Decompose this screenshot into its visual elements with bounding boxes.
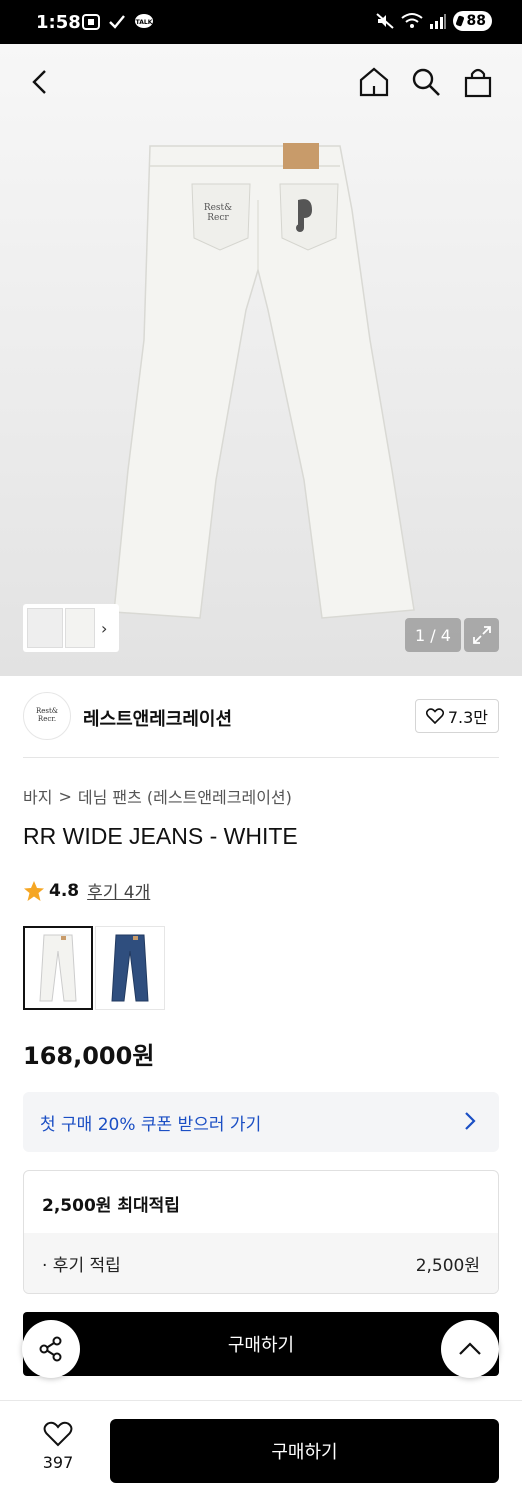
svg-text:Recr.: Recr. [38,715,56,723]
rating-score: 4.8 [49,880,80,901]
product-title: RR WIDE JEANS - WHITE [23,823,298,849]
check-icon [109,15,125,29]
scroll-top-button[interactable] [441,1320,499,1378]
star-icon [24,880,44,901]
brand-logo[interactable]: Rest& Recr. [23,692,71,740]
divider [23,757,499,758]
svg-text:TALK: TALK [136,19,153,26]
bottom-action-bar: 397 구매하기 [0,1400,522,1500]
brand-row: Rest& Recr. 레스트앤레크레이션 7.3만 [23,692,499,740]
gallery-thumbnail[interactable] [65,608,95,648]
brand-logo-mark: Rest&Recr. [36,707,58,723]
expand-icon [472,626,491,644]
screenshot-icon [82,14,100,30]
top-nav [0,44,522,120]
gallery-thumbnail[interactable] [27,608,63,648]
shopping-bag-icon [464,68,492,98]
swatch-blue[interactable] [95,926,165,1010]
back-arrow-icon [32,70,46,94]
talk-icon: TALK [135,14,153,28]
breadcrumb: 바지 > 데님 팬츠 (레스트앤레크레이션) [23,784,292,808]
chevron-up-icon [459,1342,481,1355]
home-button[interactable] [356,64,392,100]
svg-text:Rest&: Rest& [36,707,58,715]
share-button[interactable] [22,1320,80,1378]
blue-jeans-thumbnail [111,934,149,1002]
points-row-value: 2,500원 [415,1255,480,1276]
wishlist-count: 397 [42,1453,74,1472]
search-icon [412,68,440,96]
buy-button[interactable]: 구매하기 [110,1419,499,1483]
chevron-right-icon [465,1112,476,1130]
search-button[interactable] [408,64,444,100]
white-jeans-thumbnail [39,934,77,1002]
color-swatches [23,926,165,1010]
breadcrumb-subcategory[interactable]: 데님 팬츠 (레스트앤레크레이션) [78,784,292,808]
heart-icon [425,708,444,724]
coupon-label: 첫 구매 20% 쿠폰 받으러 가기 [40,1114,262,1135]
status-bar: 1:58 TALK 88 [0,0,522,44]
wifi-icon [400,13,423,28]
rating-row: 4.8 후기 4개 [23,878,150,903]
cart-button[interactable] [460,64,496,100]
status-time: 1:58 [36,12,81,33]
fullscreen-button[interactable] [464,618,499,652]
breadcrumb-category[interactable]: 바지 [23,784,52,808]
mute-icon [375,13,394,29]
points-row: · 후기 적립 2,500원 [24,1233,498,1293]
points-box: 2,500원 최대적립 · 후기 적립 2,500원 [23,1170,499,1294]
battery-indicator: 88 [452,11,492,31]
swatch-white[interactable] [23,926,93,1010]
heart-icon [43,1421,73,1447]
buy-button-inline[interactable]: 구매하기 [23,1312,499,1376]
chevron-right-icon: › [101,618,108,638]
notification-icons: TALK [82,14,154,30]
brand-like-button[interactable]: 7.3만 [414,699,499,733]
product-image: Rest& Recr [113,143,415,619]
svg-text:Recr: Recr [207,213,229,223]
svg-text:Rest&: Rest& [204,203,232,213]
coupon-banner[interactable]: 첫 구매 20% 쿠폰 받으러 가기 [23,1092,499,1152]
home-icon [359,67,389,97]
product-price: 168,000원 [23,1042,155,1070]
share-icon [39,1336,62,1362]
points-row-label: · 후기 적립 [42,1255,121,1276]
brand-name[interactable]: 레스트앤레크레이션 [83,705,232,731]
brand-like-count: 7.3만 [447,708,488,727]
points-header: 2,500원 최대적립 [42,1196,180,1216]
back-button[interactable] [22,64,58,100]
breadcrumb-separator: > [58,786,72,806]
signal-icon [429,14,446,29]
product-gallery[interactable]: Rest& Recr › 1 / 4 [0,44,522,676]
image-counter: 1 / 4 [405,618,461,652]
wishlist-button[interactable]: 397 [30,1421,86,1472]
review-link[interactable]: 후기 4개 [87,878,150,903]
gallery-thumbnail-strip[interactable]: › [23,604,119,652]
